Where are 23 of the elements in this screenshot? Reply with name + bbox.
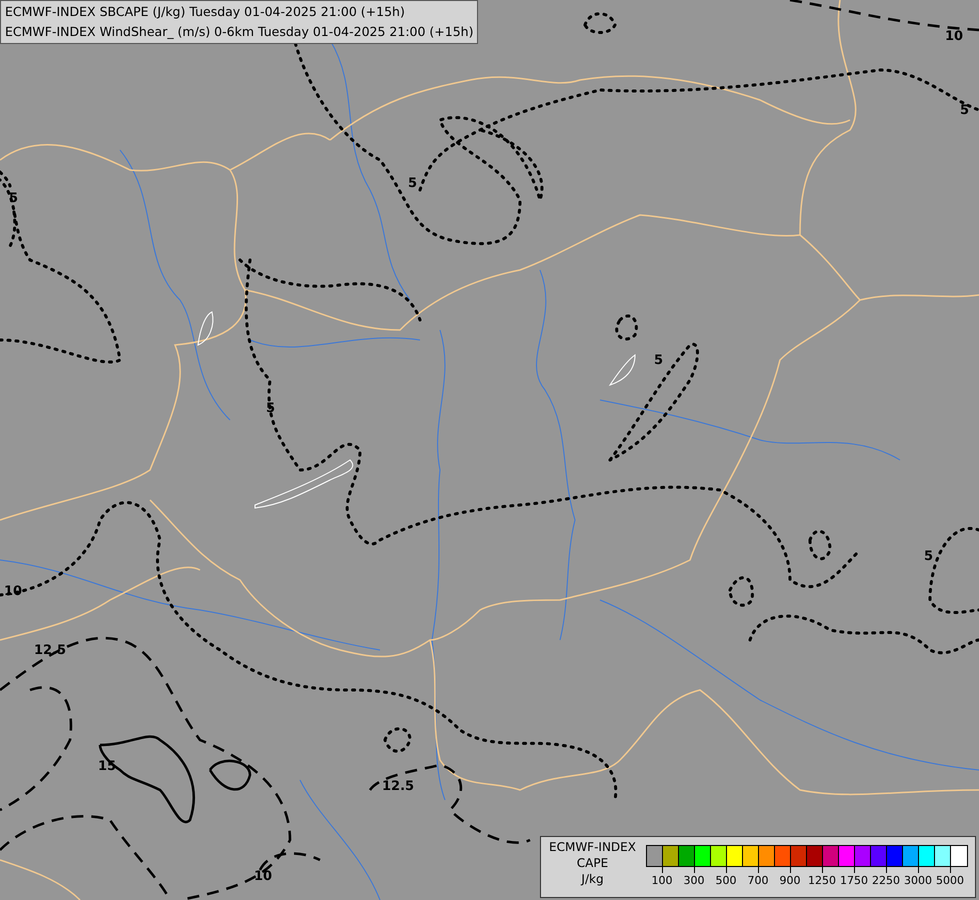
legend-tick-label: 300 bbox=[684, 875, 704, 887]
contour-label: 10 bbox=[945, 30, 964, 44]
legend-tick-label: 3000 bbox=[904, 875, 932, 887]
legend-tick-label: 1750 bbox=[840, 875, 868, 887]
contour-label: 12.5 bbox=[382, 780, 414, 794]
contour-label: 10 bbox=[254, 870, 272, 884]
contour-label: 5 bbox=[960, 104, 970, 118]
legend-tick-label: 900 bbox=[780, 875, 800, 887]
legend-tick-label: 1250 bbox=[808, 875, 836, 887]
contour-label: 5 bbox=[924, 550, 934, 564]
legend-tick-label: 100 bbox=[652, 875, 672, 887]
map-title: ECMWF-INDEX SBCAPE (J/kg) Tuesday 01-04-2025 21:00 (+15h) bbox=[5, 3, 405, 21]
legend-title: J/kg bbox=[581, 871, 604, 887]
legend-tick-label: 5000 bbox=[936, 875, 964, 887]
contour-label: 5 bbox=[654, 354, 664, 368]
legend-title: CAPE bbox=[576, 855, 608, 871]
legend-tick-label: 700 bbox=[748, 875, 768, 887]
legend-tick-label: 500 bbox=[716, 875, 736, 887]
contour-label: 12.5 bbox=[34, 644, 66, 658]
map-title: ECMWF-INDEX WindShear_ (m/s) 0-6km Tuesday 01-04-2025 21:00 (+15h) bbox=[5, 23, 474, 41]
contour-label: 5 bbox=[408, 177, 418, 191]
legend-title: ECMWF-INDEX bbox=[549, 839, 636, 855]
legend-tick-label: 2250 bbox=[872, 875, 900, 887]
